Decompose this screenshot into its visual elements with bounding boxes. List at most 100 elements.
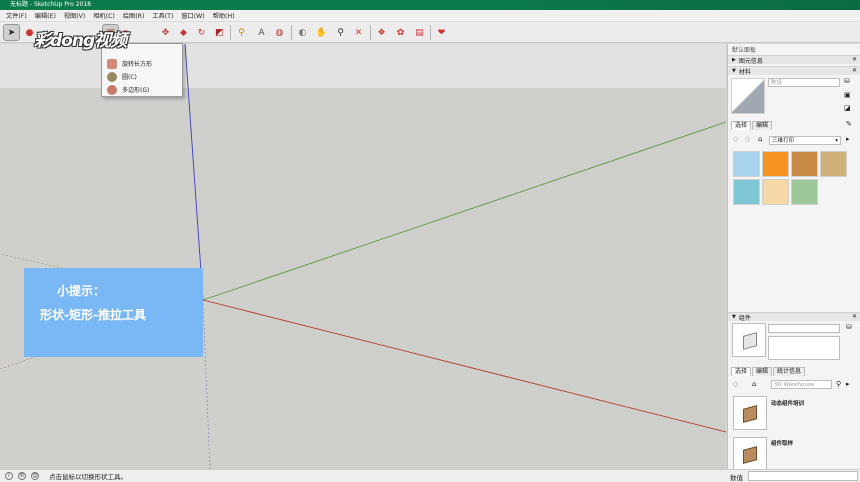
search-icon[interactable]: ⚲ (836, 380, 841, 388)
pan-tool-icon[interactable]: ✋ (314, 25, 329, 40)
push-pull-tool-icon[interactable]: ◆ (176, 25, 191, 40)
home-icon[interactable]: ⌂ (758, 135, 762, 143)
orbit-tool-icon[interactable]: ◐ (295, 25, 310, 40)
menu-draw[interactable]: 绘图(R) (119, 11, 149, 20)
warehouse-search-field[interactable]: 3D Warehouse (771, 380, 832, 389)
measurements-input[interactable] (748, 471, 858, 481)
user-icon[interactable]: ☺ (31, 472, 39, 480)
extension-manager-icon[interactable]: ❤ (434, 25, 449, 40)
reset-icon[interactable]: ▣ (844, 91, 851, 99)
circle-icon (107, 71, 117, 82)
materials-label: 材料 (738, 68, 751, 76)
main-toolbar: ➤ ● ▣ ▾ ✥ ◆ ↻ ◩ ⚲ A ◍ ◐ ✋ ⚲ ✕ ❖ ✿ ▤ ❤ (0, 22, 860, 43)
home-icon[interactable]: ⌂ (752, 380, 756, 388)
select-tool-icon[interactable]: ➤ (3, 24, 20, 41)
menu-file[interactable]: 文件(F) (2, 11, 31, 20)
close-icon[interactable]: ✕ (852, 56, 857, 63)
toolbar-separator (230, 25, 231, 40)
scale-tool-icon[interactable]: ◩ (212, 25, 227, 40)
tape-measure-icon[interactable]: ⚲ (234, 25, 249, 40)
geolocation-icon[interactable]: i (5, 472, 13, 480)
components-label: 组件 (738, 314, 751, 322)
menu-tools[interactable]: 工具(T) (148, 11, 177, 20)
eyedropper-icon[interactable]: ✎ (846, 120, 852, 128)
title-bar-background (500, 0, 860, 10)
menu-view[interactable]: 视图(V) (60, 11, 89, 20)
toolbar-separator (291, 25, 292, 40)
material-swatch[interactable] (762, 151, 789, 177)
zoom-extents-icon[interactable]: ✕ (351, 25, 366, 40)
component-description-field[interactable] (768, 336, 840, 360)
component-thumbnail[interactable] (733, 437, 767, 471)
material-name-field[interactable]: 陈设 (768, 78, 840, 87)
toolbar-separator (430, 25, 431, 40)
rotate-tool-icon[interactable]: ↻ (194, 25, 209, 40)
entity-info-header[interactable]: ▶ 图元信息 ✕ (728, 55, 860, 65)
drawing-viewport[interactable]: 小提示： 形状-矩形-推拉工具 (0, 44, 726, 469)
menu-item-label: 多边形(G) (122, 87, 150, 94)
create-material-icon[interactable]: ⛁ (844, 77, 850, 85)
axes (0, 44, 726, 469)
menu-item-label: 旋转长方形 (122, 61, 153, 68)
entity-info-label: 图元信息 (738, 57, 763, 65)
component-item-label[interactable]: 组件取样 (771, 439, 793, 447)
menu-item-label: 圆(C) (122, 74, 137, 81)
menu-bar: 文件(F) 编辑(E) 视图(V) 相机(C) 绘图(R) 工具(T) 窗口(W… (0, 10, 860, 22)
tab-select[interactable]: 选择 (731, 367, 752, 376)
share-model-icon[interactable]: ▤ (412, 25, 427, 40)
back-icon[interactable]: ◇ (733, 380, 738, 388)
library-select[interactable]: 三维打印 ▾ (769, 136, 841, 145)
material-swatch[interactable] (762, 179, 789, 205)
material-swatch[interactable] (733, 179, 760, 205)
materials-header[interactable]: ▼ 材料 ✕ (728, 66, 860, 76)
toolbar-separator (370, 25, 371, 40)
materials-tabs: 选择 编辑 (731, 121, 773, 130)
hint-text: 形状-矩形-推拉工具 (40, 308, 146, 322)
material-swatch[interactable] (791, 151, 818, 177)
close-icon[interactable]: ✕ (852, 313, 857, 320)
move-tool-icon[interactable]: ✥ (158, 25, 173, 40)
warehouse-icon[interactable]: ❖ (374, 25, 389, 40)
credits-icon[interactable]: © (18, 472, 26, 480)
extension-warehouse-icon[interactable]: ✿ (393, 25, 408, 40)
menu-edit[interactable]: 编辑(E) (31, 11, 60, 20)
menu-item-rotated-rectangle[interactable]: 旋转长方形 (102, 57, 182, 70)
material-swatch[interactable] (820, 151, 847, 177)
menu-camera[interactable]: 相机(C) (89, 11, 119, 20)
collapse-arrow-icon: ▼ (732, 314, 736, 320)
green-axis (202, 121, 726, 301)
box-icon (743, 405, 757, 423)
tab-select[interactable]: 选择 (731, 121, 752, 130)
menu-window[interactable]: 窗口(W) (177, 11, 208, 20)
expand-arrow-icon: ▶ (732, 57, 736, 63)
component-item-label[interactable]: 动态组件培训 (771, 399, 804, 407)
details-icon[interactable]: ▸ (846, 380, 850, 388)
details-icon[interactable]: ▸ (846, 135, 850, 143)
material-swatch[interactable] (733, 151, 760, 177)
forward-icon[interactable]: ◇ (745, 135, 750, 143)
library-select-value: 三维打印 (772, 138, 795, 144)
text-tool-icon[interactable]: A (254, 25, 269, 40)
box-icon (743, 446, 757, 464)
shape-dropdown-menu: 旋转长方形 圆(C) 多边形(G) (101, 43, 183, 97)
polygon-icon (107, 84, 117, 95)
hint-box: 小提示： 形状-矩形-推拉工具 (24, 268, 203, 357)
menu-help[interactable]: 帮助(H) (209, 11, 239, 20)
tab-statistics[interactable]: 统计信息 (773, 367, 806, 376)
component-thumbnail[interactable] (733, 396, 767, 430)
component-options-icon[interactable]: ⛁ (846, 323, 852, 331)
tab-edit[interactable]: 编辑 (752, 121, 773, 130)
menu-item-polygon[interactable]: 多边形(G) (102, 83, 182, 96)
zoom-tool-icon[interactable]: ⚲ (333, 25, 348, 40)
watermark-logo: 彩dong视频 (34, 31, 127, 51)
blue-axis (184, 44, 204, 301)
menu-item-circle[interactable]: 圆(C) (102, 70, 182, 83)
paint-icon[interactable]: ◪ (844, 104, 851, 112)
components-header[interactable]: ▼ 组件 ✕ (728, 312, 860, 322)
back-icon[interactable]: ◇ (733, 135, 738, 143)
component-name-field[interactable] (768, 324, 840, 333)
close-icon[interactable]: ✕ (852, 67, 857, 74)
material-swatch[interactable] (791, 179, 818, 205)
tab-edit[interactable]: 编辑 (752, 367, 773, 376)
paint-bucket-icon[interactable]: ◍ (272, 25, 287, 40)
